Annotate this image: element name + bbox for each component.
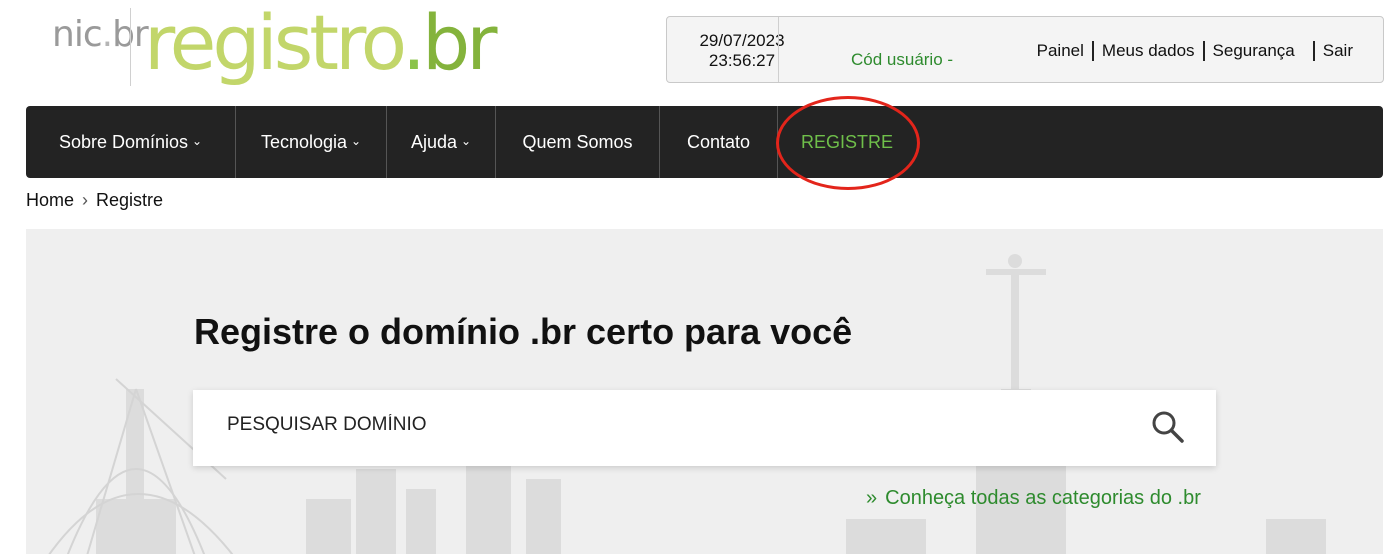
nav-quem-somos[interactable]: Quem Somos: [496, 106, 660, 178]
nav-contato[interactable]: Contato: [660, 106, 778, 178]
breadcrumb-current: Registre: [96, 190, 164, 210]
user-code: Cód usuário -: [851, 50, 954, 69]
main-nav: Sobre Domínios ⌄ Tecnologia ⌄ Ajuda ⌄ Quem …: [26, 106, 1383, 178]
categories-link[interactable]: » Conheça todas as categorias do .br: [866, 487, 1201, 510]
chevron-down-icon: ⌄: [460, 134, 472, 148]
double-arrow-icon: »: [866, 487, 878, 509]
nav-registre[interactable]: REGISTRE: [778, 106, 916, 178]
registro-br-logo[interactable]: registro.br: [144, 0, 497, 88]
nav-ajuda-label: Ajuda: [410, 131, 457, 152]
nic-logo-dot: .: [101, 14, 113, 55]
breadcrumb-separator: ›: [82, 190, 89, 210]
registro-logo-text: registro: [144, 0, 406, 87]
nav-ajuda[interactable]: Ajuda ⌄: [387, 106, 496, 178]
nav-registre-label: REGISTRE: [800, 131, 893, 152]
sair-link[interactable]: Sair: [1312, 41, 1361, 61]
session-datetime: 29/07/2023 23:56:27: [677, 31, 807, 71]
registro-logo-dot: .: [401, 0, 426, 87]
registro-logo-br: br: [422, 0, 497, 87]
user-info-box: 29/07/2023 23:56:27 Cód usuário - Painel…: [666, 16, 1384, 83]
session-date: 29/07/2023: [699, 31, 785, 50]
hero-section: Registre o domínio .br certo para você »…: [26, 229, 1383, 554]
nic-br-logo[interactable]: nic.br: [52, 14, 149, 55]
domain-search-box: [193, 390, 1216, 466]
painel-link[interactable]: Painel: [1029, 41, 1092, 61]
domain-search-input[interactable]: [227, 414, 1107, 436]
nav-tecnologia[interactable]: Tecnologia ⌄: [236, 106, 387, 178]
chevron-down-icon: ⌄: [192, 134, 203, 148]
userbox-divider: [778, 17, 779, 82]
nav-contato-label: Contato: [686, 131, 751, 152]
hero-title: Registre o domínio .br certo para você: [194, 311, 853, 352]
seguranca-link[interactable]: Segurança: [1202, 41, 1303, 61]
session-time: 23:56:27: [708, 51, 776, 70]
nav-sobre-dominios-label: Sobre Domínios: [58, 131, 188, 152]
nic-logo-text: nic: [52, 14, 103, 55]
nav-tecnologia-label: Tecnologia: [260, 131, 347, 152]
breadcrumb-home[interactable]: Home: [26, 190, 74, 211]
categories-link-label: Conheça todas as categorias do .br: [885, 487, 1201, 509]
search-icon[interactable]: [1150, 409, 1186, 445]
breadcrumb: Home › Registre: [26, 190, 163, 211]
nav-sobre-dominios[interactable]: Sobre Domínios ⌄: [26, 106, 236, 178]
user-nav: Painel Meus dados Segurança Sair: [1029, 41, 1361, 61]
meus-dados-link[interactable]: Meus dados: [1091, 41, 1203, 61]
chevron-down-icon: ⌄: [351, 134, 362, 148]
logo-divider: [130, 8, 131, 86]
nav-quem-somos-label: Quem Somos: [522, 131, 633, 152]
